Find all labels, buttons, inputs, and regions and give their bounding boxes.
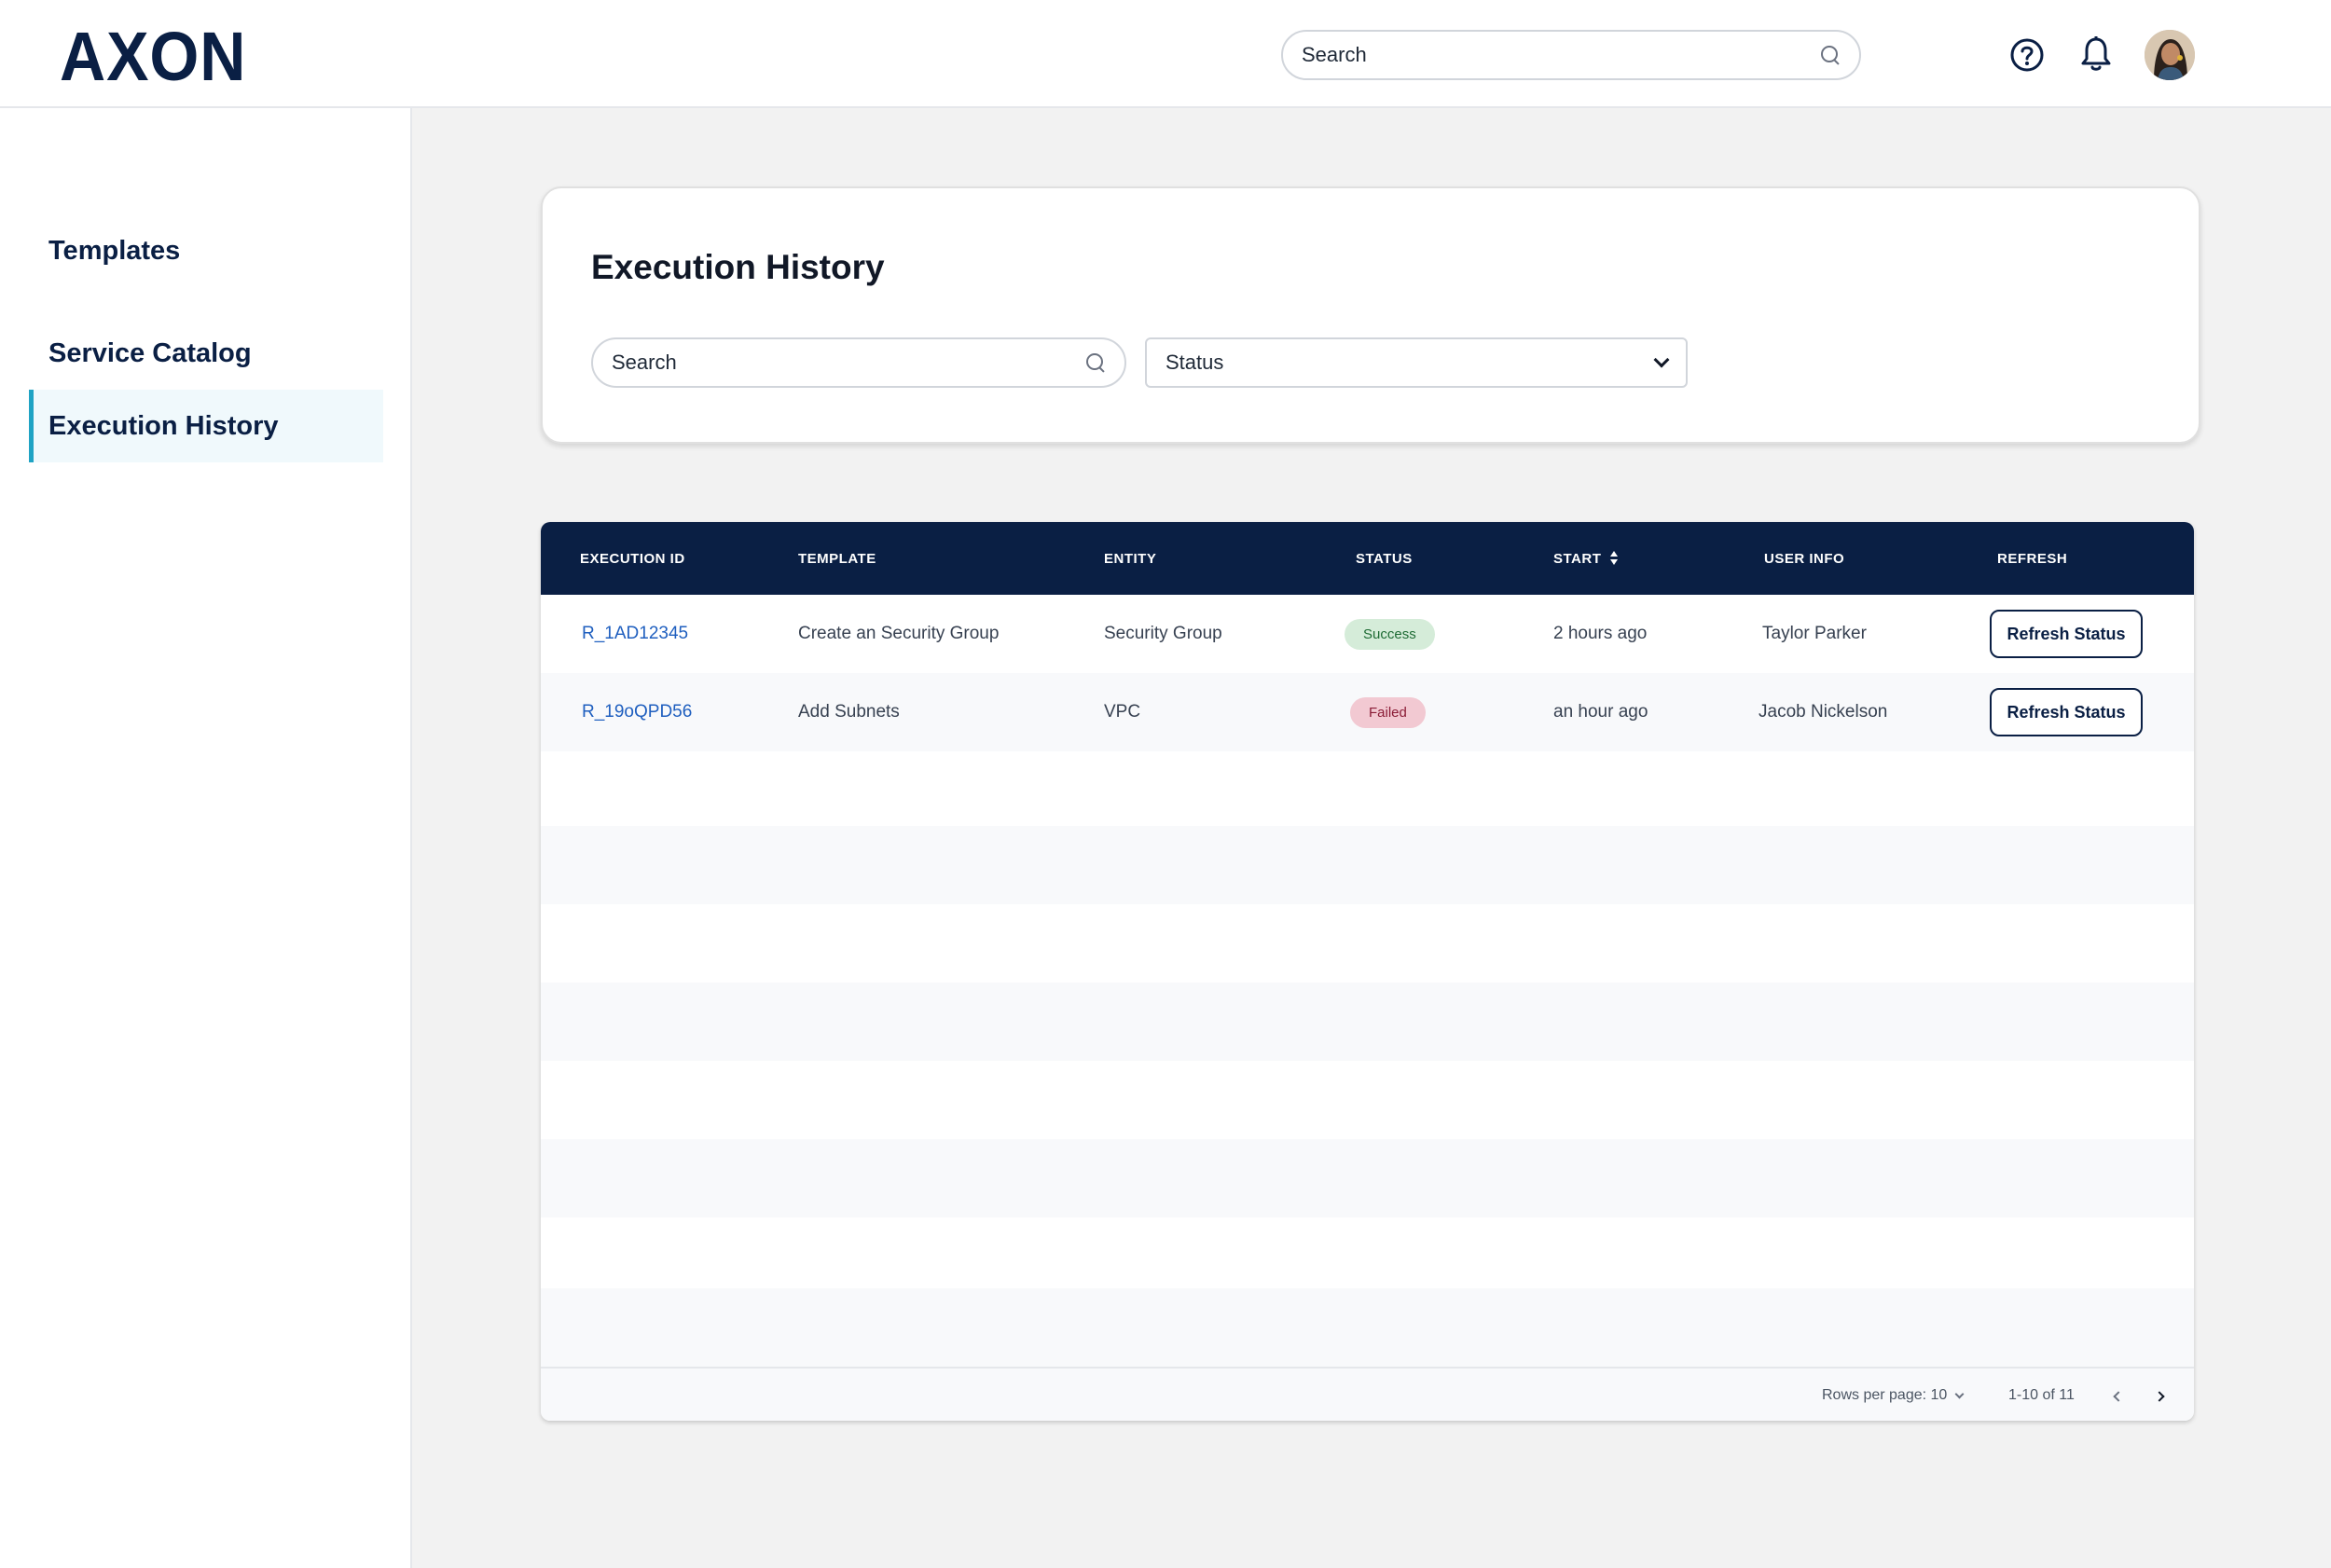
- refresh-status-button[interactable]: Refresh Status: [1990, 610, 2143, 658]
- sidebar-item-execution-history[interactable]: Execution History: [29, 390, 383, 462]
- pagination-range: 1-10 of 11: [2008, 1387, 2075, 1403]
- previous-page-button[interactable]: [2109, 1387, 2128, 1406]
- search-icon[interactable]: [1820, 45, 1841, 65]
- bell-icon[interactable]: [2079, 35, 2113, 73]
- column-header-start[interactable]: START: [1553, 522, 1619, 595]
- execution-id-link[interactable]: R_1AD12345: [582, 595, 688, 673]
- refresh-status-button[interactable]: Refresh Status: [1990, 688, 2143, 736]
- chevron-down-icon: [1653, 351, 1670, 368]
- help-circle-icon[interactable]: [2009, 37, 2045, 73]
- chevron-down-icon: [1954, 1389, 1965, 1398]
- column-header-refresh: REFRESH: [1997, 550, 2068, 567]
- status-select[interactable]: Status: [1145, 337, 1688, 388]
- search-icon[interactable]: [1085, 352, 1106, 373]
- sidebar-item-label: Templates: [48, 235, 181, 266]
- column-header-execution-id[interactable]: EXECUTION ID: [580, 522, 685, 595]
- rows-per-page-select[interactable]: Rows per page: 10: [1822, 1369, 1965, 1421]
- table-pagination: Rows per page: 10 1-10 of 11: [541, 1367, 2194, 1421]
- empty-row: [541, 983, 2194, 1061]
- execution-id-link[interactable]: R_19oQPD56: [582, 673, 692, 751]
- global-search-input[interactable]: Search: [1281, 30, 1861, 80]
- status-select-value: Status: [1166, 351, 1224, 374]
- start-cell: an hour ago: [1553, 702, 1648, 722]
- entity-cell: VPC: [1104, 702, 1141, 722]
- empty-row: [541, 1217, 2194, 1288]
- column-header-user-info[interactable]: USER INFO: [1764, 522, 1844, 595]
- sidebar-item-service-catalog[interactable]: Service Catalog: [30, 317, 384, 390]
- sidebar: Templates Service Catalog Execution Hist…: [0, 108, 412, 1568]
- empty-row: [541, 1288, 2194, 1367]
- page-title: Execution History: [591, 248, 885, 286]
- status-cell: Failed: [1350, 673, 1426, 751]
- column-header-template[interactable]: TEMPLATE: [798, 522, 876, 595]
- column-header-entity[interactable]: ENTITY: [1104, 522, 1156, 595]
- template-cell: Create an Security Group: [798, 624, 1000, 643]
- empty-row: [541, 904, 2194, 983]
- refresh-cell: Refresh Status: [1990, 673, 2143, 751]
- status-badge: Failed: [1350, 696, 1426, 728]
- status-badge: Success: [1345, 618, 1435, 650]
- history-search-placeholder: Search: [612, 351, 677, 374]
- empty-row: [541, 1139, 2194, 1217]
- global-search-placeholder: Search: [1302, 43, 1367, 66]
- chevron-right-icon: [2154, 1391, 2165, 1402]
- next-page-button[interactable]: [2150, 1387, 2169, 1406]
- chevron-left-icon: [2113, 1391, 2124, 1402]
- app-logo[interactable]: AXON: [60, 17, 246, 96]
- entity-cell: Security Group: [1104, 624, 1222, 643]
- avatar[interactable]: [2145, 30, 2195, 80]
- empty-row: [541, 826, 2194, 904]
- empty-row: [541, 1061, 2194, 1139]
- column-header-status[interactable]: STATUS: [1356, 522, 1413, 595]
- sort-icon[interactable]: [1610, 551, 1619, 566]
- empty-row: [541, 751, 2194, 826]
- filter-card: Execution History Search Status: [541, 186, 2200, 444]
- table-row: R_19oQPD56 Add Subnets VPC Failed an hou…: [541, 673, 2194, 751]
- top-bar: AXON Search: [0, 0, 2331, 108]
- user-cell: Taylor Parker: [1762, 624, 1867, 643]
- table-row: R_1AD12345 Create an Security Group Secu…: [541, 595, 2194, 673]
- template-cell: Add Subnets: [798, 702, 900, 722]
- sidebar-item-label: Service Catalog: [48, 337, 252, 368]
- history-search-input[interactable]: Search: [591, 337, 1126, 388]
- status-cell: Success: [1345, 595, 1435, 673]
- execution-table: EXECUTION ID TEMPLATE ENTITY STATUS STAR…: [541, 522, 2194, 1421]
- user-cell: Jacob Nickelson: [1759, 702, 1888, 722]
- table-header: EXECUTION ID TEMPLATE ENTITY STATUS STAR…: [541, 522, 2194, 595]
- rows-per-page-label: Rows per page: 10: [1822, 1387, 1948, 1403]
- column-header-start-label: START: [1553, 550, 1602, 567]
- start-cell: 2 hours ago: [1553, 624, 1648, 643]
- refresh-cell: Refresh Status: [1990, 595, 2143, 673]
- sidebar-item-label: Execution History: [48, 410, 279, 441]
- sidebar-item-templates[interactable]: Templates: [30, 214, 384, 287]
